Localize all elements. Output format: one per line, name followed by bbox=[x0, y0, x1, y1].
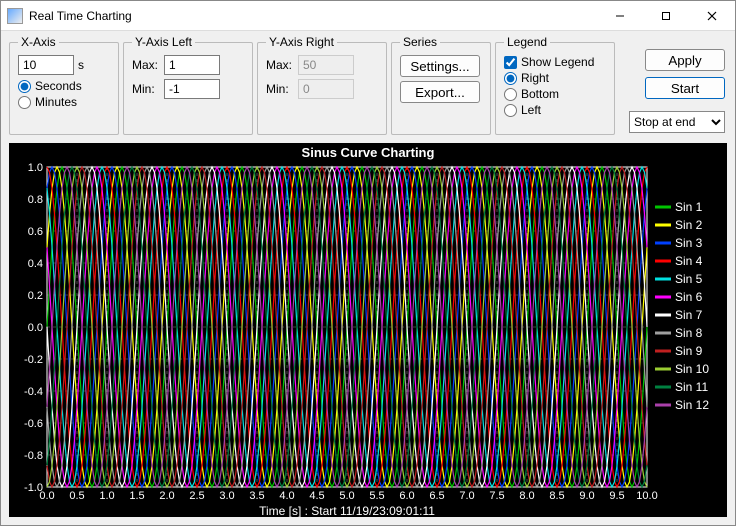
svg-text:Sin 6: Sin 6 bbox=[675, 290, 703, 304]
titlebar: Real Time Charting bbox=[1, 1, 735, 31]
legend-right-radio[interactable]: Right bbox=[504, 71, 606, 85]
xaxis-minutes-label: Minutes bbox=[35, 95, 77, 109]
series-group: Series Settings... Export... bbox=[391, 35, 491, 135]
yright-min-input bbox=[298, 79, 354, 99]
xaxis-seconds-radio[interactable]: Seconds bbox=[18, 79, 110, 93]
legend-right-label: Right bbox=[521, 71, 549, 85]
svg-text:Sin 1: Sin 1 bbox=[675, 200, 703, 214]
export-button[interactable]: Export... bbox=[400, 81, 480, 103]
yleft-min-input[interactable] bbox=[164, 79, 220, 99]
svg-text:8.0: 8.0 bbox=[519, 490, 534, 502]
legend-left-radio[interactable]: Left bbox=[504, 103, 606, 117]
yleft-group: Y-Axis Left Max: Min: bbox=[123, 35, 253, 135]
svg-text:Sin 2: Sin 2 bbox=[675, 218, 703, 232]
yright-min-label: Min: bbox=[266, 82, 294, 96]
svg-text:Sin 11: Sin 11 bbox=[675, 380, 708, 394]
chart-svg: Sinus Curve Charting 0.0 0.5 1.0 1.5 2.0 2.5 3.… bbox=[9, 143, 727, 517]
svg-text:Sin 4: Sin 4 bbox=[675, 254, 703, 268]
svg-text:9.5: 9.5 bbox=[609, 490, 624, 502]
app-icon bbox=[7, 8, 23, 24]
svg-text:1.0: 1.0 bbox=[28, 162, 43, 174]
controls-row: X-Axis s Seconds Minutes Y-Axis Left Max… bbox=[1, 31, 735, 139]
start-button[interactable]: Start bbox=[645, 77, 725, 99]
legend-legend: Legend bbox=[504, 35, 550, 49]
svg-text:4.5: 4.5 bbox=[309, 490, 324, 502]
svg-text:2.0: 2.0 bbox=[159, 490, 174, 502]
svg-text:Time [s] : Start 11/19/23:09:0: Time [s] : Start 11/19/23:09:01:11 bbox=[259, 504, 435, 517]
svg-text:2.5: 2.5 bbox=[189, 490, 204, 502]
svg-text:6.0: 6.0 bbox=[399, 490, 414, 502]
svg-text:7.0: 7.0 bbox=[459, 490, 474, 502]
legend-left-label: Left bbox=[521, 103, 541, 117]
svg-text:Sin 5: Sin 5 bbox=[675, 272, 703, 286]
svg-text:-0.2: -0.2 bbox=[24, 354, 43, 366]
yleft-min-label: Min: bbox=[132, 82, 160, 96]
close-button[interactable] bbox=[689, 1, 735, 31]
svg-text:Sin 10: Sin 10 bbox=[675, 362, 709, 376]
actions-group: Apply Start Stop at end bbox=[619, 35, 727, 135]
show-legend-checkbox[interactable]: Show Legend bbox=[504, 55, 606, 69]
svg-text:9.0: 9.0 bbox=[579, 490, 594, 502]
svg-text:Sin 9: Sin 9 bbox=[675, 344, 703, 358]
svg-text:-1.0: -1.0 bbox=[24, 482, 43, 494]
svg-text:-0.8: -0.8 bbox=[24, 450, 43, 462]
svg-text:Sinus Curve Charting: Sinus Curve Charting bbox=[302, 145, 435, 160]
svg-text:5.5: 5.5 bbox=[369, 490, 384, 502]
xaxis-minutes-radio[interactable]: Minutes bbox=[18, 95, 110, 109]
svg-text:7.5: 7.5 bbox=[489, 490, 504, 502]
xaxis-seconds-label: Seconds bbox=[35, 79, 82, 93]
chart-area: Sinus Curve Charting 0.0 0.5 1.0 1.5 2.0 2.5 3.… bbox=[9, 143, 727, 517]
svg-text:0.4: 0.4 bbox=[28, 258, 43, 270]
xaxis-unit: s bbox=[78, 58, 84, 72]
yleft-legend: Y-Axis Left bbox=[132, 35, 195, 49]
svg-text:-0.4: -0.4 bbox=[24, 386, 43, 398]
svg-text:0.5: 0.5 bbox=[69, 490, 84, 502]
yright-max-input bbox=[298, 55, 354, 75]
window-title: Real Time Charting bbox=[29, 9, 597, 23]
svg-text:10.0: 10.0 bbox=[636, 490, 657, 502]
svg-text:5.0: 5.0 bbox=[339, 490, 354, 502]
svg-text:0.0: 0.0 bbox=[28, 322, 43, 334]
xaxis-minutes-input[interactable] bbox=[18, 96, 31, 109]
show-legend-label: Show Legend bbox=[521, 55, 594, 69]
svg-text:3.0: 3.0 bbox=[219, 490, 234, 502]
minimize-button[interactable] bbox=[597, 1, 643, 31]
svg-text:Sin 12: Sin 12 bbox=[675, 398, 709, 412]
svg-text:4.0: 4.0 bbox=[279, 490, 294, 502]
svg-text:3.5: 3.5 bbox=[249, 490, 264, 502]
xaxis-seconds-input[interactable] bbox=[18, 80, 31, 93]
svg-text:Sin 3: Sin 3 bbox=[675, 236, 703, 250]
svg-text:0.2: 0.2 bbox=[28, 290, 43, 302]
maximize-button[interactable] bbox=[643, 1, 689, 31]
svg-text:1.0: 1.0 bbox=[99, 490, 114, 502]
legend-right-input[interactable] bbox=[504, 72, 517, 85]
legend-bottom-input[interactable] bbox=[504, 88, 517, 101]
xaxis-group: X-Axis s Seconds Minutes bbox=[9, 35, 119, 135]
svg-text:6.5: 6.5 bbox=[429, 490, 444, 502]
series-legend: Series bbox=[400, 35, 440, 49]
mode-select[interactable]: Stop at end bbox=[629, 111, 725, 133]
yright-group: Y-Axis Right Max: Min: bbox=[257, 35, 387, 135]
svg-text:8.5: 8.5 bbox=[549, 490, 564, 502]
yleft-max-input[interactable] bbox=[164, 55, 220, 75]
legend-bottom-label: Bottom bbox=[521, 87, 559, 101]
legend-left-input[interactable] bbox=[504, 104, 517, 117]
yright-legend: Y-Axis Right bbox=[266, 35, 337, 49]
svg-text:0.8: 0.8 bbox=[28, 194, 43, 206]
svg-text:1.5: 1.5 bbox=[129, 490, 144, 502]
xaxis-legend: X-Axis bbox=[18, 35, 59, 49]
xaxis-value-input[interactable] bbox=[18, 55, 74, 75]
svg-text:Sin 8: Sin 8 bbox=[675, 326, 703, 340]
show-legend-input[interactable] bbox=[504, 56, 517, 69]
yright-max-label: Max: bbox=[266, 58, 294, 72]
svg-text:-0.6: -0.6 bbox=[24, 418, 43, 430]
legend-group: Legend Show Legend Right Bottom Left bbox=[495, 35, 615, 135]
svg-text:0.6: 0.6 bbox=[28, 226, 43, 238]
legend-bottom-radio[interactable]: Bottom bbox=[504, 87, 606, 101]
apply-button[interactable]: Apply bbox=[645, 49, 725, 71]
yleft-max-label: Max: bbox=[132, 58, 160, 72]
svg-text:Sin 7: Sin 7 bbox=[675, 308, 703, 322]
settings-button[interactable]: Settings... bbox=[400, 55, 480, 77]
